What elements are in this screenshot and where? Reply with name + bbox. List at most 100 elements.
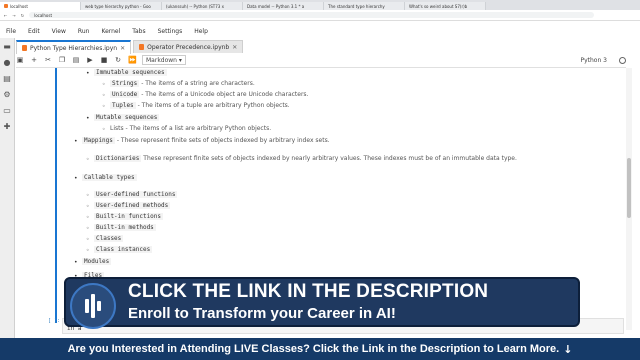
address-input[interactable]: localhost [29,12,595,18]
browser-tab-3[interactable]: Data model -- Python 3.1 * a [243,2,324,10]
cut-icon[interactable]: ✂ [44,56,52,64]
menu-kernel[interactable]: Kernel [95,28,126,35]
item-description: - The items of a tuple are arbitrary Pyt… [137,102,290,109]
browser-tab-1[interactable]: web type hierarchy python - Goo [81,2,162,10]
list-item: User-defined methods [94,202,171,209]
folder-icon[interactable]: ▬ [0,38,14,54]
bullet-icon: ◦ [86,214,90,221]
logo-bar [85,299,89,313]
banner-title: CLICK THE LINK IN THE DESCRIPTION [128,281,489,302]
inline-code: Callable types [82,174,137,181]
bullet-icon: • [74,259,78,266]
tabs-icon[interactable]: ▭ [0,102,14,118]
browser-tab-2[interactable]: (ukanssuh) -- Python (ST73 x [162,2,243,10]
bullet-icon: ◦ [102,92,106,99]
inline-code: Mutable sequences [94,114,160,121]
list-item: Dictionaries These represent finite sets… [94,155,517,162]
inline-code: Immutable sequences [94,69,167,76]
commands-icon[interactable]: ▤ [0,70,14,86]
extension-icon[interactable]: ✚ [0,118,14,134]
list-item: Built-in functions [94,213,164,220]
inline-code: Unicode [110,91,140,98]
menu-view[interactable]: View [46,28,72,35]
active-cell-indicator [55,68,57,323]
paste-icon[interactable]: ▤ [72,56,80,64]
notebook-toolbar: ▣ + ✂ ❐ ▤ ▶ ■ ↻ ⏩ Markdown ▾ Python 3 [16,53,626,68]
bullet-icon: ◦ [102,126,106,133]
notebook-tab-0[interactable]: Python Type Hierarchies.ipyn ✕ [16,40,132,54]
menu-edit[interactable]: Edit [22,28,46,35]
banner-subtitle: Enroll to Transform your Career in AI! [128,305,396,322]
bullet-icon: • [74,138,78,145]
bullet-icon: • [86,115,90,122]
inline-code: Strings [110,80,140,87]
address-text: localhost [34,12,53,18]
bullet-icon: • [86,70,90,77]
bullet-icon: ◦ [86,236,90,243]
menu-file[interactable]: File [0,28,22,35]
stop-icon[interactable]: ■ [100,56,108,64]
kernel-status-icon [619,56,626,64]
list-item: Class instances [94,246,153,253]
bottom-cta-bar[interactable]: Are you Interested in Attending LIVE Cla… [0,338,640,360]
inline-code: Dictionaries [94,155,142,162]
cell-type-select[interactable]: Markdown ▾ [142,55,186,65]
bullet-icon: • [74,175,78,182]
copy-icon[interactable]: ❐ [58,56,66,64]
notebook-tab-1[interactable]: Operator Precedence.ipynb ✕ [133,40,244,53]
menu-tabs[interactable]: Tabs [126,28,151,35]
bullet-icon: ◦ [86,225,90,232]
item-description: - The items of a Unicode object are Unic… [141,91,309,98]
item-description: Lists - The items of a list are arbitrar… [110,125,272,132]
forward-icon[interactable]: → [12,13,15,18]
browser-tab-4[interactable]: The standard type hierarchy [324,2,405,10]
cell-type-label: Markdown [146,56,177,64]
list-item: Mutable sequences [94,114,160,121]
notebook-icon [22,45,27,51]
kernel-name[interactable]: Python 3 [580,57,607,64]
list-item: Lists - The items of a list are arbitrar… [110,125,271,132]
list-item: Tuples - The items of a tuple are arbitr… [110,102,290,109]
notebook-scrollbar[interactable] [626,68,632,330]
browser-tab-0[interactable]: localhost [0,2,81,10]
bullet-icon: ◦ [86,203,90,210]
bullet-icon: ◦ [86,156,90,163]
fast-forward-icon[interactable]: ⏩ [128,56,137,64]
property-inspector-icon[interactable]: ⚙ [0,86,14,102]
reload-icon[interactable]: ↻ [21,13,24,18]
notebook-icon [139,44,145,50]
menu-settings[interactable]: Settings [152,28,189,35]
run-icon[interactable]: ▶ [86,56,94,64]
list-item: Built-in methods [94,224,156,231]
browser-tab-label: What's so weird about S7(r)b [409,3,468,9]
list-item: Immutable sequences [94,69,167,76]
close-icon[interactable]: ✕ [120,45,125,52]
browser-tab-label: web type hierarchy python - Goo [85,3,151,9]
list-item: Unicode - The items of a Unicode object … [110,91,308,98]
menu-help[interactable]: Help [188,28,214,35]
menu-run[interactable]: Run [72,28,96,35]
save-icon[interactable]: ▣ [16,56,24,64]
logo-bar [91,294,95,318]
inline-code: Mappings [82,137,115,144]
inline-code: User-defined methods [94,202,171,209]
browser-tab-label: (ukanssuh) -- Python (ST73 x [166,3,224,9]
close-icon[interactable]: ✕ [232,44,237,51]
running-icon[interactable]: ● [0,54,14,70]
inline-code: Classes [94,235,124,242]
restart-icon[interactable]: ↻ [114,56,122,64]
scrollbar-thumb[interactable] [627,158,631,218]
browser-tab-label: Data model -- Python 3.1 * a [247,3,305,9]
bullet-icon: ◦ [86,247,90,254]
notebook-tab-label: Operator Precedence.ipynb [147,43,230,51]
item-description: - The items of a string are characters. [141,80,255,87]
browser-tab-5[interactable]: What's so weird about S7(r)b [405,2,486,10]
cell-prompt: [ ]: [48,318,61,324]
back-icon[interactable]: ← [4,13,7,18]
promo-banner[interactable]: CLICK THE LINK IN THE DESCRIPTION Enroll… [64,277,580,329]
bullet-icon: ◦ [86,192,90,199]
add-cell-icon[interactable]: + [30,56,38,64]
notebook-tab-bar: Python Type Hierarchies.ipyn ✕ Operator … [16,40,244,54]
list-item: Classes [94,235,124,242]
inline-code: User-defined functions [94,191,178,198]
